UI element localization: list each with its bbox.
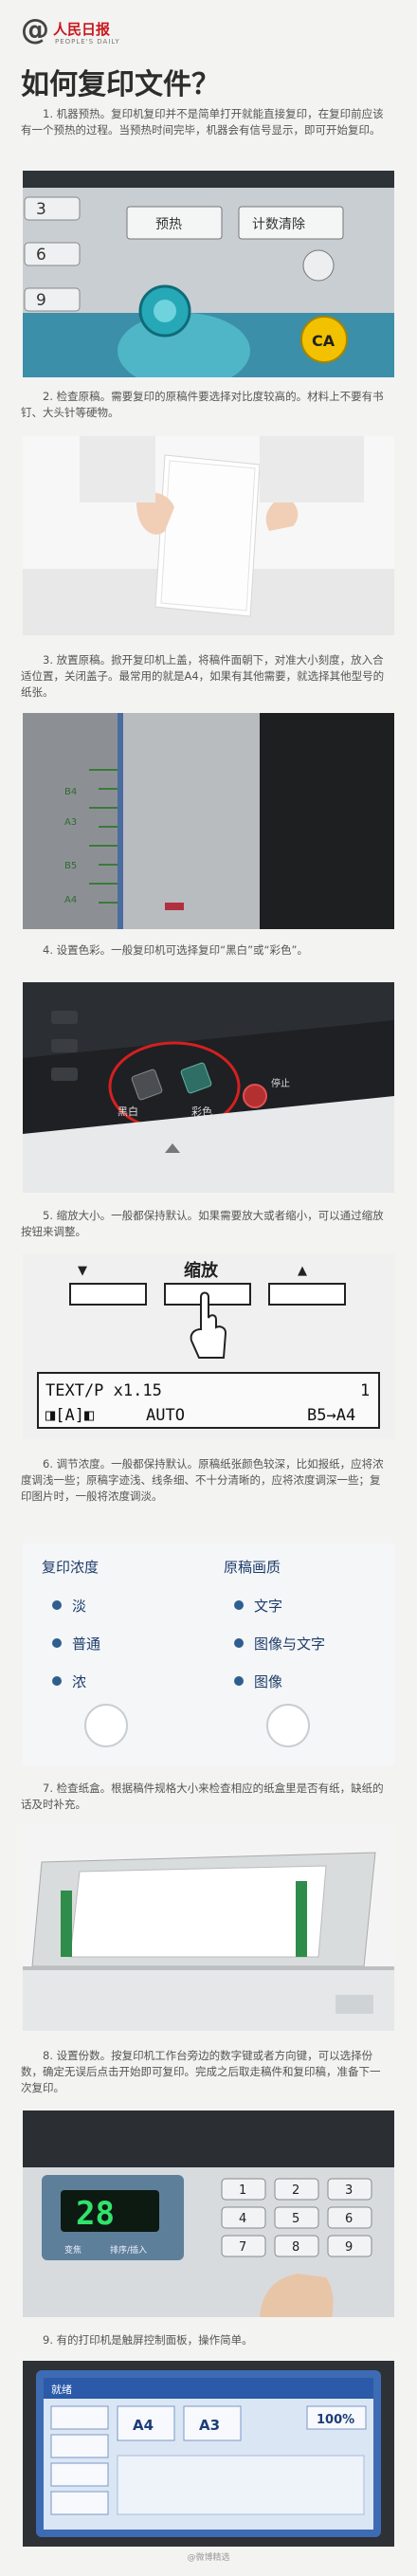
photo-zoom-panel: ▼ ▲ 缩放 TEXT/P x1.15 1 ◨[A]◧ AUTO B5→A4 <box>23 1253 394 1439</box>
page-title: 如何复印文件？ <box>21 68 220 101</box>
density-dark: 浓 <box>72 1673 86 1690</box>
quality-text-image: 图像与文字 <box>254 1635 325 1653</box>
step-3-text: 3. 放置原稿。掀开复印机上盖，将稿件面朝下，对准大小刻度，放入合适位置，关闭盖… <box>21 653 385 699</box>
key-6: 6 <box>36 246 46 265</box>
key-1: 1 <box>239 2183 246 2198</box>
photo-touch-panel: 就绪 A4 A3 100% <box>23 2361 394 2547</box>
photo-density-panel: 复印浓度 原稿画质 淡 普通 浓 文字 图像与文字 图像 <box>23 1544 394 1765</box>
brand-logo-at: @ <box>21 13 49 46</box>
check-original-illustration <box>23 436 394 635</box>
step-8-text: 8. 设置份数。按复印机工作台旁边的数字键或者方向键，可以选择份数，确定无误后点… <box>21 2049 381 2094</box>
label-bw: 黑白 <box>118 1105 138 1118</box>
label-sort: 排序/插入 <box>110 2244 147 2256</box>
photo-check-original <box>23 436 394 635</box>
density-light: 淡 <box>72 1598 86 1615</box>
density-title: 复印浓度 <box>42 1559 99 1576</box>
zoom-button-label: 缩放 <box>184 1260 219 1281</box>
arrow-down: ▼ <box>78 1264 87 1278</box>
step-1-text: 1. 机器预热。复印机复印并不是简单打开就能直接复印，在复印前应该有一个预热的过… <box>21 107 384 137</box>
key-2: 2 <box>292 2183 299 2198</box>
quality-image: 图像 <box>254 1673 282 1690</box>
key-3: 3 <box>345 2183 353 2198</box>
key-7: 7 <box>239 2240 246 2255</box>
brand-name-cn: 人民日报 <box>53 21 111 38</box>
key-5: 5 <box>292 2212 299 2226</box>
quality-text: 文字 <box>254 1598 282 1615</box>
photo-place-original: B4 A3 B5 A4 <box>23 713 394 929</box>
lcd-line2-right: B5→A4 <box>307 1406 355 1425</box>
density-normal: 普通 <box>72 1635 100 1653</box>
step-4-text: 4. 设置色彩。一般复印机可选择复印“黑白”或“彩色”。 <box>43 943 308 957</box>
step-6-text: 6. 调节浓度。一般都保持默认。原稿纸张颜色较深，比如报纸，应将浓度调浅一些；原… <box>21 1457 384 1503</box>
touch-paper-a4: A4 <box>133 2417 154 2434</box>
lcd-line2-left: ◨[A]◧ <box>45 1406 95 1425</box>
key-9: 9 <box>36 291 46 310</box>
photo-preheat-panel: 3 6 9 预热 计数清除 CA <box>23 171 394 377</box>
lcd-line1-left: TEXT/P x1.15 <box>45 1381 162 1400</box>
brand-header: @ 人民日报 PEOPLE'S DAILY <box>21 13 400 51</box>
place-original-illustration: B4 A3 B5 A4 <box>23 713 394 929</box>
paper-tray-illustration <box>23 1824 394 2031</box>
preheat-panel-illustration: 3 6 9 预热 计数清除 CA <box>23 171 394 377</box>
touch-zoom: 100% <box>317 2413 354 2427</box>
quality-title: 原稿画质 <box>224 1559 281 1576</box>
photo-paper-tray <box>23 1824 394 2031</box>
zoom-panel-illustration: ▼ ▲ 缩放 TEXT/P x1.15 1 ◨[A]◧ AUTO B5→A4 <box>23 1253 394 1439</box>
touch-panel-illustration: 就绪 A4 A3 100% <box>23 2361 394 2547</box>
btn-ca-label: CA <box>312 332 335 350</box>
photo-copies-keypad: 28 变焦 排序/插入 1 2 3 4 5 6 7 8 9 <box>23 2110 394 2317</box>
touch-paper-a3: A3 <box>199 2417 220 2434</box>
touch-ready-label: 就绪 <box>51 2383 72 2396</box>
density-panel-illustration: 复印浓度 原稿画质 淡 普通 浓 文字 图像与文字 图像 <box>23 1544 394 1765</box>
btn-clear-label: 计数清除 <box>252 217 305 232</box>
key-6: 6 <box>345 2212 353 2226</box>
lcd-line2-mid: AUTO <box>146 1406 185 1425</box>
color-buttons-illustration: 黑白 彩色 停止 <box>23 982 394 1193</box>
key-9: 9 <box>345 2240 353 2255</box>
scale-label-a3: A3 <box>64 817 77 828</box>
step-5-text: 5. 缩放大小。一般都保持默认。如果需要放大或者缩小，可以通过缩放按钮来调整。 <box>21 1209 384 1238</box>
key-8: 8 <box>292 2240 299 2255</box>
step-7-text: 7. 检查纸盒。根据稿件规格大小来检查相应的纸盒里是否有纸，缺纸的话及时补充。 <box>21 1781 384 1811</box>
lcd-line1-right: 1 <box>360 1381 370 1400</box>
copies-keypad-illustration: 28 变焦 排序/插入 1 2 3 4 5 6 7 8 9 <box>23 2110 394 2317</box>
scale-label-b5: B5 <box>64 861 77 871</box>
step-2-text: 2. 检查原稿。需要复印的原稿件要选择对比度较高的。材料上不要有书钉、大头针等硬… <box>21 390 384 419</box>
watermark: @微博精选 <box>187 2553 230 2563</box>
label-zoom: 变焦 <box>64 2244 82 2256</box>
key-4: 4 <box>239 2212 246 2226</box>
label-stop: 停止 <box>271 1077 290 1089</box>
scale-label-a4: A4 <box>64 895 77 905</box>
key-3: 3 <box>36 200 46 219</box>
step-9-text: 9. 有的打印机是触屏控制面板，操作简单。 <box>43 2333 253 2347</box>
brand-name-en: PEOPLE'S DAILY <box>55 38 120 46</box>
photo-color-buttons: 黑白 彩色 停止 <box>23 982 394 1193</box>
btn-preheat-label: 预热 <box>155 217 182 232</box>
copies-display: 28 <box>76 2195 115 2233</box>
arrow-up: ▲ <box>298 1264 307 1278</box>
scale-label-b4: B4 <box>64 787 77 797</box>
